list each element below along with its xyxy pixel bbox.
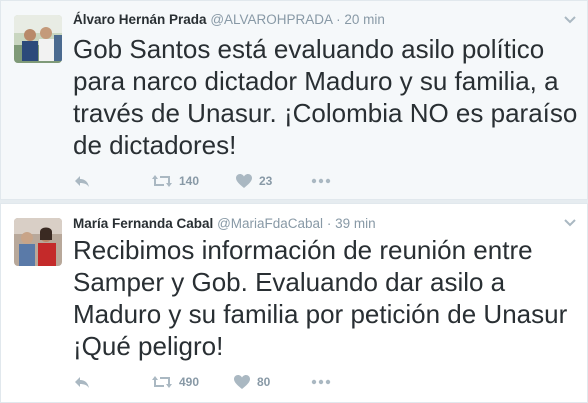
tweet-card[interactable]: María Fernanda Cabal @MariaFdaCabal · 39… [0, 203, 588, 403]
separator: · [336, 12, 341, 27]
retweet-button[interactable]: 490 [151, 372, 199, 392]
reply-button[interactable] [73, 372, 91, 392]
avatar[interactable] [14, 15, 62, 63]
like-button[interactable]: 80 [233, 372, 270, 392]
author-handle[interactable]: @MariaFdaCabal [217, 216, 323, 231]
more-dots-icon [311, 178, 331, 184]
retweet-count: 140 [179, 174, 200, 188]
like-button[interactable]: 23 [235, 171, 272, 191]
avatar[interactable] [14, 218, 62, 266]
author-name[interactable]: Álvaro Hernán Prada [73, 12, 207, 27]
more-button[interactable] [311, 372, 331, 392]
tweet-text: Gob Santos está evaluando asilo político… [73, 34, 578, 160]
reply-button[interactable] [73, 171, 91, 191]
tweet-text: Recibimos información de reunión entre S… [73, 235, 568, 361]
like-count: 23 [259, 174, 273, 188]
timestamp[interactable]: 20 min [344, 12, 385, 27]
retweet-icon [151, 374, 173, 390]
tweet-header: María Fernanda Cabal @MariaFdaCabal · 39… [73, 216, 376, 231]
chevron-down-icon[interactable] [563, 13, 577, 25]
separator: · [326, 216, 332, 231]
like-count: 80 [257, 375, 271, 389]
heart-icon [233, 374, 251, 390]
tweet-header: Álvaro Hernán Prada @ALVAROHPRADA · 20 m… [73, 12, 385, 27]
more-button[interactable] [311, 171, 331, 191]
retweet-count: 490 [179, 375, 200, 389]
more-dots-icon [311, 379, 331, 385]
heart-icon [235, 173, 253, 189]
reply-icon [73, 374, 91, 390]
retweet-icon [151, 173, 173, 189]
chevron-down-icon[interactable] [563, 216, 577, 228]
author-name[interactable]: María Fernanda Cabal [73, 216, 213, 231]
reply-icon [73, 173, 91, 189]
retweet-button[interactable]: 140 [151, 171, 199, 191]
timestamp[interactable]: 39 min [335, 216, 376, 231]
tweet-card[interactable]: Álvaro Hernán Prada @ALVAROHPRADA · 20 m… [0, 0, 588, 200]
author-handle[interactable]: @ALVAROHPRADA [210, 12, 332, 27]
